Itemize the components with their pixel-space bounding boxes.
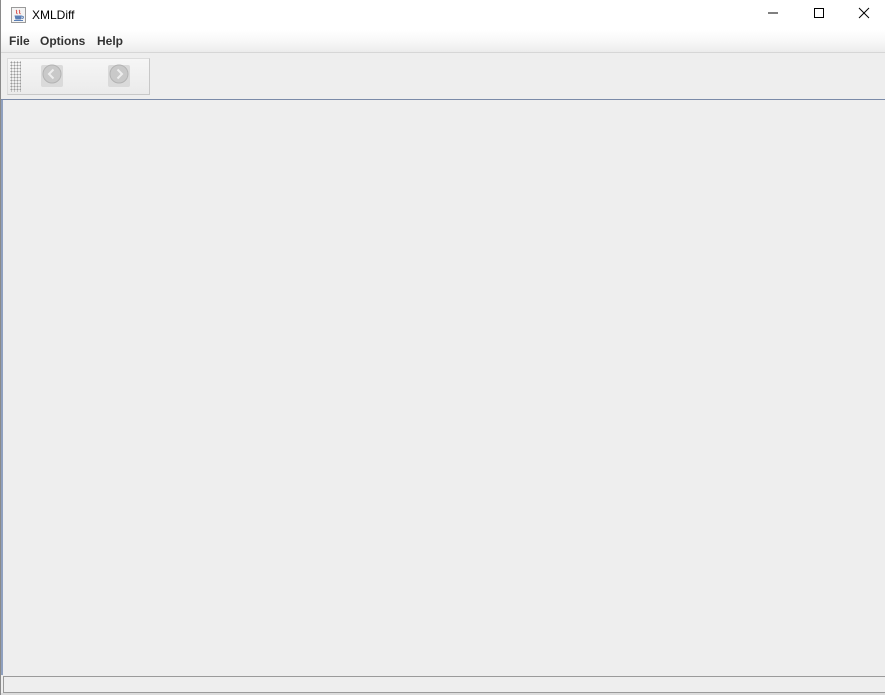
window-title: XMLDiff <box>32 8 75 22</box>
menu-options[interactable]: Options <box>39 34 86 49</box>
maximize-icon <box>813 6 825 24</box>
close-button[interactable] <box>841 0 885 30</box>
toolbar-area <box>1 53 885 100</box>
forward-button[interactable] <box>108 64 130 89</box>
main-content-panel <box>1 100 885 675</box>
back-button[interactable] <box>41 64 63 89</box>
minimize-button[interactable] <box>750 0 796 30</box>
maximize-button[interactable] <box>796 0 842 30</box>
status-bar <box>3 676 885 693</box>
title-bar[interactable]: XMLDiff <box>1 0 885 30</box>
forward-arrow-icon <box>109 64 129 89</box>
close-icon <box>858 6 870 24</box>
java-cup-icon <box>11 7 26 23</box>
app-window: XMLDiff File Options Help <box>0 0 885 695</box>
toolbar-grip-handle[interactable] <box>10 61 21 92</box>
menu-bar: File Options Help <box>1 30 885 53</box>
back-arrow-icon <box>42 64 62 89</box>
menu-help[interactable]: Help <box>96 34 124 49</box>
menu-file[interactable]: File <box>8 34 31 49</box>
minimize-icon <box>767 6 779 24</box>
navigation-toolbar <box>7 58 150 95</box>
